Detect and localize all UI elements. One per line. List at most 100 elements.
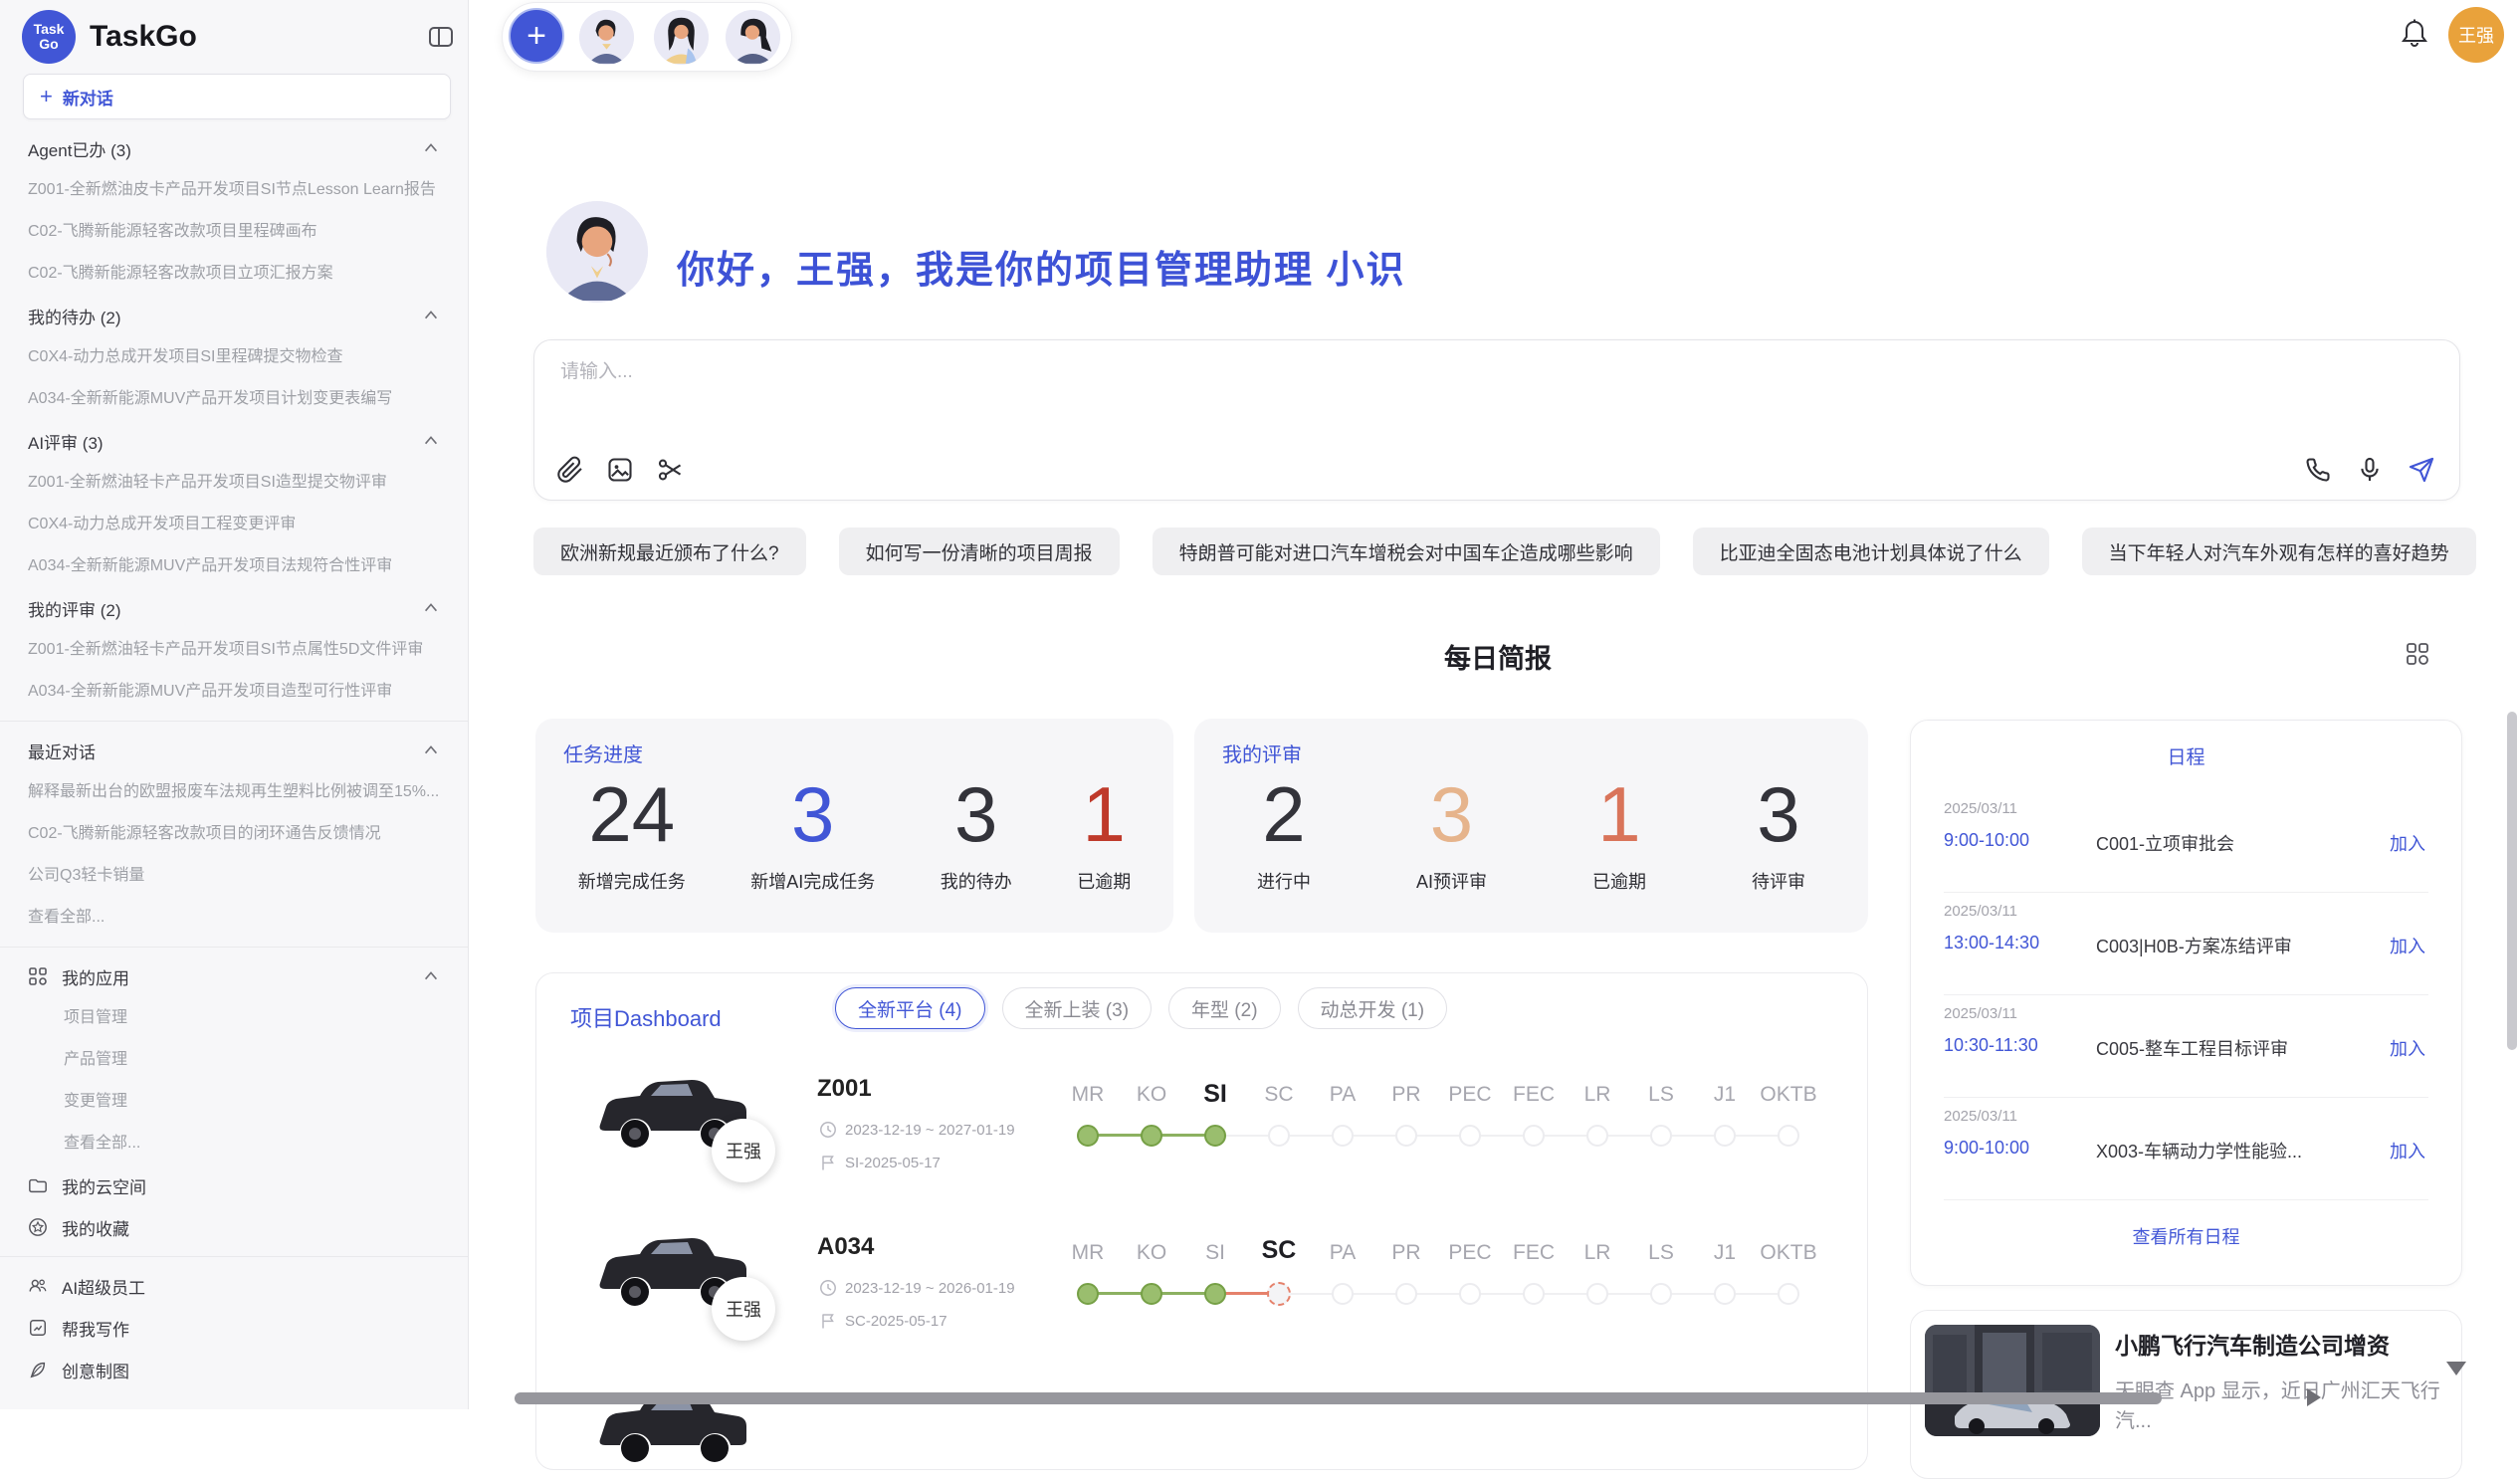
milestone-dot[interactable] bbox=[1714, 1283, 1736, 1305]
chat-input[interactable] bbox=[558, 360, 1757, 384]
section-header-recent-chats[interactable]: 最近对话 bbox=[0, 730, 468, 771]
sidebar-item-help-write[interactable]: 帮我写作 bbox=[0, 1307, 468, 1349]
sidebar-item-cloud-space[interactable]: 我的云空间 bbox=[0, 1164, 468, 1206]
section-header-my-todo[interactable]: 我的待办 (2) bbox=[0, 295, 468, 336]
sidebar-item-ai-staff[interactable]: AI超级员工 bbox=[0, 1265, 468, 1307]
sidebar-item[interactable]: C0X4-动力总成开发项目SI里程碑提交物检查 bbox=[0, 336, 468, 378]
milestone-dot[interactable] bbox=[1395, 1283, 1417, 1305]
microphone-icon[interactable] bbox=[2356, 456, 2384, 484]
sidebar-app-item[interactable]: 变更管理 bbox=[0, 1081, 468, 1123]
send-icon[interactable] bbox=[2408, 456, 2435, 484]
user-avatar[interactable]: 王强 bbox=[2448, 7, 2504, 63]
milestone-dot-done[interactable] bbox=[1204, 1125, 1226, 1147]
sidebar-item[interactable]: Z001-全新燃油皮卡产品开发项目SI节点Lesson Learn报告 bbox=[0, 169, 468, 211]
avatar[interactable] bbox=[654, 10, 709, 65]
feather-pen-icon bbox=[28, 1360, 48, 1379]
join-link[interactable]: 加入 bbox=[2390, 1138, 2425, 1164]
new-chat-button[interactable]: + 新对话 bbox=[23, 74, 451, 119]
milestone-dot[interactable] bbox=[1459, 1283, 1481, 1305]
sidebar-item[interactable]: C02-飞腾新能源轻客改款项目立项汇报方案 bbox=[0, 253, 468, 295]
suggestion-chip[interactable]: 特朗普可能对进口汽车增税会对中国车企造成哪些影响 bbox=[1153, 528, 1660, 575]
suggestion-chip[interactable]: 如何写一份清晰的项目周报 bbox=[839, 528, 1120, 575]
milestone-dot[interactable] bbox=[1586, 1125, 1608, 1147]
suggestion-chip[interactable]: 比亚迪全固态电池计划具体说了什么 bbox=[1693, 528, 2049, 575]
milestone-dot-done[interactable] bbox=[1077, 1283, 1099, 1305]
sidebar-collapse-icon[interactable] bbox=[426, 22, 456, 52]
sidebar-item[interactable]: 公司Q3轻卡销量 bbox=[0, 855, 468, 897]
milestone-dot[interactable] bbox=[1523, 1283, 1545, 1305]
flag-icon bbox=[819, 1312, 837, 1330]
milestone-dot[interactable] bbox=[1523, 1125, 1545, 1147]
scissors-icon[interactable] bbox=[656, 456, 684, 484]
milestone-dot-done[interactable] bbox=[1141, 1125, 1162, 1147]
vertical-scrollbar[interactable] bbox=[2507, 712, 2517, 1050]
project-date-range: 2023-12-19 ~ 2026-01-19 bbox=[845, 1280, 1015, 1297]
phone-icon[interactable] bbox=[2304, 456, 2332, 484]
scroll-down-arrow[interactable] bbox=[2446, 1362, 2466, 1375]
milestone-dot[interactable] bbox=[1778, 1125, 1799, 1147]
sidebar-app-view-all[interactable]: 查看全部... bbox=[0, 1123, 468, 1164]
milestone-dot-done[interactable] bbox=[1204, 1283, 1226, 1305]
stat-value: 1 bbox=[1592, 772, 1646, 856]
filter-tab[interactable]: 动总开发 (1) bbox=[1298, 987, 1448, 1029]
schedule-event: 2025/03/11 9:00-10:00 C001-立项审批会 加入 bbox=[1911, 790, 2461, 893]
milestone-dot-overdue[interactable] bbox=[1267, 1282, 1291, 1306]
suggestion-chip[interactable]: 欧洲新规最近颁布了什么? bbox=[533, 528, 806, 575]
filter-tab[interactable]: 全新平台 (4) bbox=[835, 987, 985, 1029]
avatar[interactable] bbox=[579, 10, 634, 65]
sidebar-item[interactable]: C02-飞腾新能源轻客改款项目里程碑画布 bbox=[0, 211, 468, 253]
filter-tab[interactable]: 年型 (2) bbox=[1168, 987, 1281, 1029]
milestone-dot[interactable] bbox=[1395, 1125, 1417, 1147]
milestone-dot-done[interactable] bbox=[1141, 1283, 1162, 1305]
scroll-right-arrow[interactable] bbox=[2307, 1388, 2321, 1406]
sidebar-item[interactable]: Z001-全新燃油轻卡产品开发项目SI造型提交物评审 bbox=[0, 462, 468, 504]
section-header-agent-done[interactable]: Agent已办 (3) bbox=[0, 127, 468, 169]
milestone-dot[interactable] bbox=[1650, 1125, 1672, 1147]
milestone-dot[interactable] bbox=[1714, 1125, 1736, 1147]
stat-value: 2 bbox=[1257, 772, 1311, 856]
join-link[interactable]: 加入 bbox=[2390, 1035, 2425, 1061]
schedule-event: 2025/03/11 10:30-11:30 C005-整车工程目标评审 加入 bbox=[1911, 995, 2461, 1098]
filter-tab[interactable]: 全新上装 (3) bbox=[1002, 987, 1153, 1029]
sidebar-item[interactable]: A034-全新新能源MUV产品开发项目法规符合性评审 bbox=[0, 545, 468, 587]
view-all-schedule-link[interactable]: 查看所有日程 bbox=[1911, 1223, 2461, 1249]
sidebar-app-item[interactable]: 项目管理 bbox=[0, 997, 468, 1039]
owner-name: 王强 bbox=[726, 1138, 761, 1164]
project-dates: 2023-12-19 ~ 2027-01-19 bbox=[819, 1121, 1015, 1139]
image-icon[interactable] bbox=[606, 456, 634, 484]
add-agent-button[interactable]: + bbox=[509, 8, 564, 64]
sidebar-item[interactable]: C02-飞腾新能源轻客改款项目的闭环通告反馈情况 bbox=[0, 813, 468, 855]
notification-bell-icon[interactable] bbox=[2397, 16, 2432, 52]
sidebar-app-item[interactable]: 产品管理 bbox=[0, 1039, 468, 1081]
sidebar-item[interactable]: A034-全新新能源MUV产品开发项目计划变更表编写 bbox=[0, 378, 468, 420]
milestone-dot-done[interactable] bbox=[1077, 1125, 1099, 1147]
sidebar-item-favorites[interactable]: 我的收藏 bbox=[0, 1206, 468, 1248]
section-header-ai-review[interactable]: AI评审 (3) bbox=[0, 420, 468, 462]
milestone-dot[interactable] bbox=[1332, 1283, 1354, 1305]
task-progress-card: 任务进度 24 新增完成任务 3 新增AI完成任务 3 我的待办 1 已逾期 bbox=[535, 719, 1173, 933]
sidebar-item[interactable]: A034-全新新能源MUV产品开发项目造型可行性评审 bbox=[0, 671, 468, 713]
join-link[interactable]: 加入 bbox=[2390, 830, 2425, 856]
milestone-dot[interactable] bbox=[1332, 1125, 1354, 1147]
sidebar-item[interactable]: 解释最新出台的欧盟报废车法规再生塑料比例被调至15%... bbox=[0, 771, 468, 813]
milestone-dot[interactable] bbox=[1268, 1125, 1290, 1147]
layout-grid-icon[interactable] bbox=[2405, 641, 2430, 667]
suggestion-chip[interactable]: 当下年轻人对汽车外观有怎样的喜好趋势 bbox=[2082, 528, 2476, 575]
sidebar-item-view-all[interactable]: 查看全部... bbox=[0, 897, 468, 939]
section-header-my-apps[interactable]: 我的应用 bbox=[0, 955, 468, 997]
folder-icon bbox=[28, 1175, 48, 1195]
milestone-dot[interactable] bbox=[1778, 1283, 1799, 1305]
creative-draw-label: 创意制图 bbox=[62, 1358, 129, 1382]
horizontal-scrollbar[interactable] bbox=[515, 1392, 2162, 1404]
news-title[interactable]: 小鹏飞行汽车制造公司增资 bbox=[2115, 1327, 2448, 1361]
milestone-dot[interactable] bbox=[1459, 1125, 1481, 1147]
section-header-my-review[interactable]: 我的评审 (2) bbox=[0, 587, 468, 629]
milestone-dot[interactable] bbox=[1650, 1283, 1672, 1305]
avatar[interactable] bbox=[726, 10, 780, 65]
paperclip-icon[interactable] bbox=[556, 456, 584, 484]
sidebar-item[interactable]: C0X4-动力总成开发项目工程变更评审 bbox=[0, 504, 468, 545]
sidebar-item-creative-draw[interactable]: 创意制图 bbox=[0, 1349, 468, 1390]
milestone-dot[interactable] bbox=[1586, 1283, 1608, 1305]
join-link[interactable]: 加入 bbox=[2390, 933, 2425, 958]
sidebar-item[interactable]: Z001-全新燃油轻卡产品开发项目SI节点属性5D文件评审 bbox=[0, 629, 468, 671]
